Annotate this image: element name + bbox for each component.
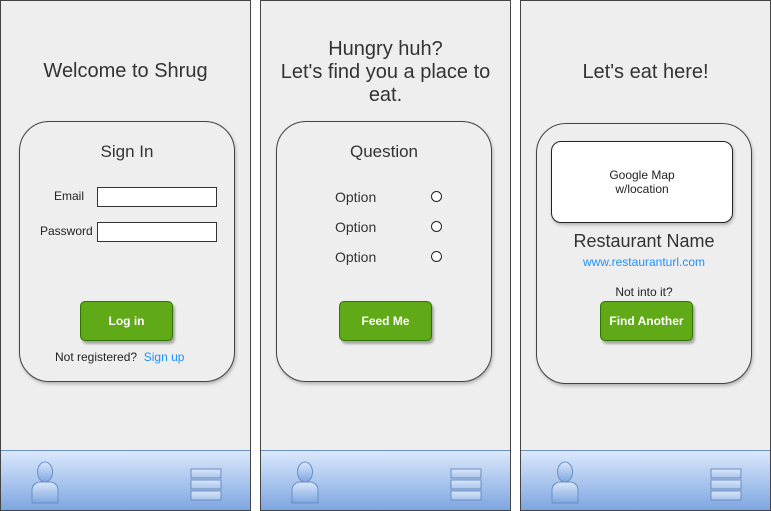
email-label: Email xyxy=(54,189,85,203)
result-card: Google Map w/location Restaurant Name ww… xyxy=(536,123,752,384)
signin-heading: Sign In xyxy=(100,142,154,161)
option-radio[interactable] xyxy=(431,191,442,202)
hungry-title-line: eat. xyxy=(368,84,403,106)
email-field[interactable] xyxy=(97,187,217,207)
option-radio[interactable] xyxy=(431,221,442,232)
signin-card: Sign In Email Password Log in Not regist… xyxy=(19,121,235,382)
login-button[interactable]: Log in xyxy=(80,301,173,341)
option-radio[interactable] xyxy=(431,251,442,262)
hungry-title-line: Let's find you a place to xyxy=(280,61,491,83)
restaurant-name: Restaurant Name xyxy=(573,231,715,251)
question-heading: Question xyxy=(349,142,419,161)
feed-me-button[interactable]: Feed Me xyxy=(339,301,432,341)
user-icon[interactable] xyxy=(29,460,61,504)
register-row: Not registered? Sign up xyxy=(55,350,184,364)
option-label: Option xyxy=(335,189,377,205)
signup-link[interactable]: Sign up xyxy=(144,350,185,364)
question-card: Question Option Option Option Feed Me xyxy=(276,121,492,382)
welcome-title: Welcome to Shrug xyxy=(43,60,208,82)
tab-bar xyxy=(1,450,250,510)
result-screen: Let's eat here! Google Map w/location Re… xyxy=(520,0,771,511)
option-label: Option xyxy=(335,219,377,235)
restaurant-url-link[interactable]: www.restauranturl.com xyxy=(537,255,751,269)
tab-bar xyxy=(261,450,510,510)
password-label: Password xyxy=(40,224,93,238)
not-into-it-label: Not into it? xyxy=(615,285,673,299)
menu-icon[interactable] xyxy=(710,468,742,502)
hungry-title: Hungry huh? Let's find you a place to ea… xyxy=(261,38,510,107)
password-field[interactable] xyxy=(97,222,217,242)
result-title: Let's eat here! xyxy=(582,61,709,83)
register-prompt: Not registered? xyxy=(55,350,138,364)
user-icon[interactable] xyxy=(289,460,321,504)
map-label: Google Map xyxy=(609,168,675,182)
find-another-button[interactable]: Find Another xyxy=(600,301,693,341)
question-screen: Hungry huh? Let's find you a place to ea… xyxy=(260,0,511,511)
map-label: w/location xyxy=(615,182,669,196)
user-icon[interactable] xyxy=(549,460,581,504)
menu-icon[interactable] xyxy=(450,468,482,502)
menu-icon[interactable] xyxy=(190,468,222,502)
tab-bar xyxy=(521,450,770,510)
signin-screen: Welcome to Shrug Sign In Email Password … xyxy=(0,0,251,511)
option-label: Option xyxy=(335,249,377,265)
map-placeholder[interactable]: Google Map w/location xyxy=(551,141,733,223)
hungry-title-line: Hungry huh? xyxy=(328,38,443,60)
